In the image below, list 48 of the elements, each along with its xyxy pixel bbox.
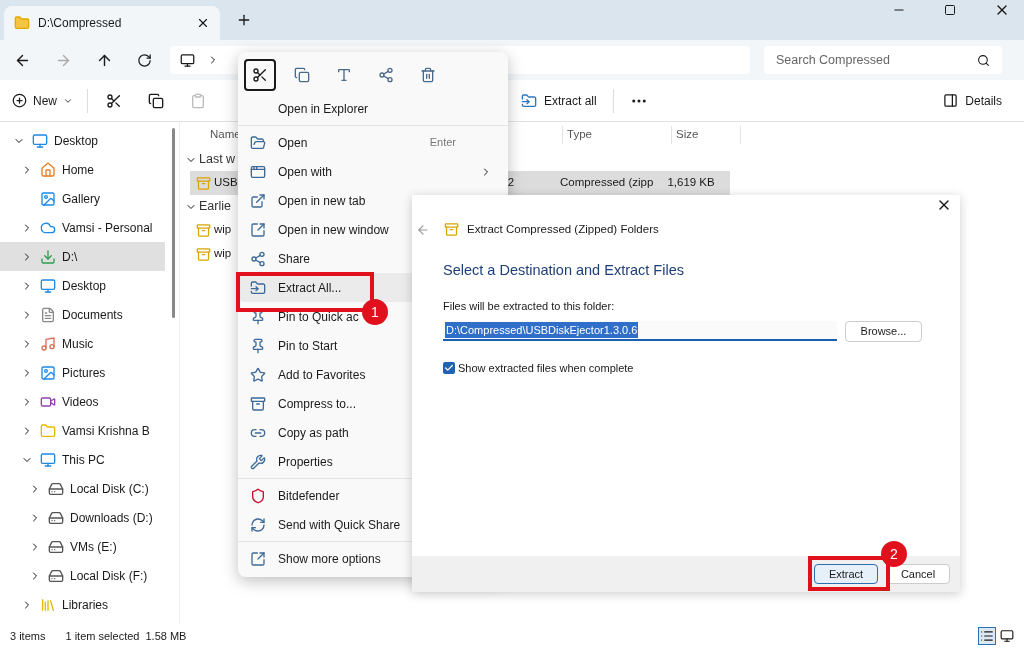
menu-label: Show more options [278, 550, 381, 568]
shortcut-text: Enter [429, 135, 456, 151]
menu-label: Extract All... [278, 279, 342, 297]
menu-label: Open in Explorer [278, 100, 369, 118]
sidebar-label: Documents [62, 306, 123, 324]
menu-label: Share [278, 250, 311, 268]
sidebar-label: Desktop [62, 277, 107, 295]
menu-label: Open [278, 134, 308, 152]
path-label: Files will be extracted to this folder: [443, 299, 616, 314]
sidebar-label: Home [62, 161, 94, 179]
sidebar-label: Pictures [62, 364, 106, 382]
sidebar-label: Local Disk (C:) [70, 480, 149, 498]
dialog-title: Extract Compressed (Zipped) Folders [467, 222, 659, 237]
sidebar-label: Videos [62, 393, 99, 411]
menu-label: Properties [278, 453, 333, 471]
selection-size: 1.58 MB [145, 628, 187, 644]
menu-label: Open with [278, 163, 333, 181]
menu-label: Add to Favorites [278, 366, 366, 384]
file-size: 1,619 KB [667, 175, 715, 191]
checkbox-label: Show extracted files when complete [458, 360, 634, 376]
sidebar-label: VMs (E:) [70, 538, 117, 556]
sidebar-label: D:\ [62, 248, 78, 266]
tab-title: D:\Compressed [38, 15, 123, 32]
menu-label: Open in new window [278, 221, 389, 239]
menu-label: Pin to Start [278, 337, 338, 355]
sidebar-label: Downloads (D:) [70, 509, 153, 527]
menu-label: Pin to Quick ac [278, 308, 359, 326]
menu-label: Copy as path [278, 424, 349, 442]
sidebar-label: Vamsi - Personal [62, 219, 153, 237]
file-name: wip [214, 246, 232, 262]
menu-label: Bitdefender [278, 487, 340, 505]
selection-info: 1 item selected [65, 628, 140, 644]
file-type: Compressed (zipp [560, 175, 654, 191]
item-count: 3 items [10, 628, 46, 644]
sidebar-label: Vamsi Krishna B [62, 422, 150, 440]
menu-label: Send with Quick Share [278, 516, 401, 534]
sidebar-label: Desktop [54, 132, 99, 150]
sidebar-label: This PC [62, 451, 105, 469]
menu-label: Open in new tab [278, 192, 366, 210]
menu-label: Compress to... [278, 395, 357, 413]
sidebar-label: Gallery [62, 190, 100, 208]
sidebar-label: Libraries [62, 596, 109, 614]
destination-value: D:\Compressed\USBDiskEjector1.3.0.6 [445, 321, 639, 339]
file-date: 2 [507, 175, 515, 191]
sidebar-label: Local Disk (F:) [70, 567, 148, 585]
file-name: USB [214, 175, 238, 191]
file-name: wip [214, 222, 232, 238]
sidebar-label: Music [62, 335, 94, 353]
